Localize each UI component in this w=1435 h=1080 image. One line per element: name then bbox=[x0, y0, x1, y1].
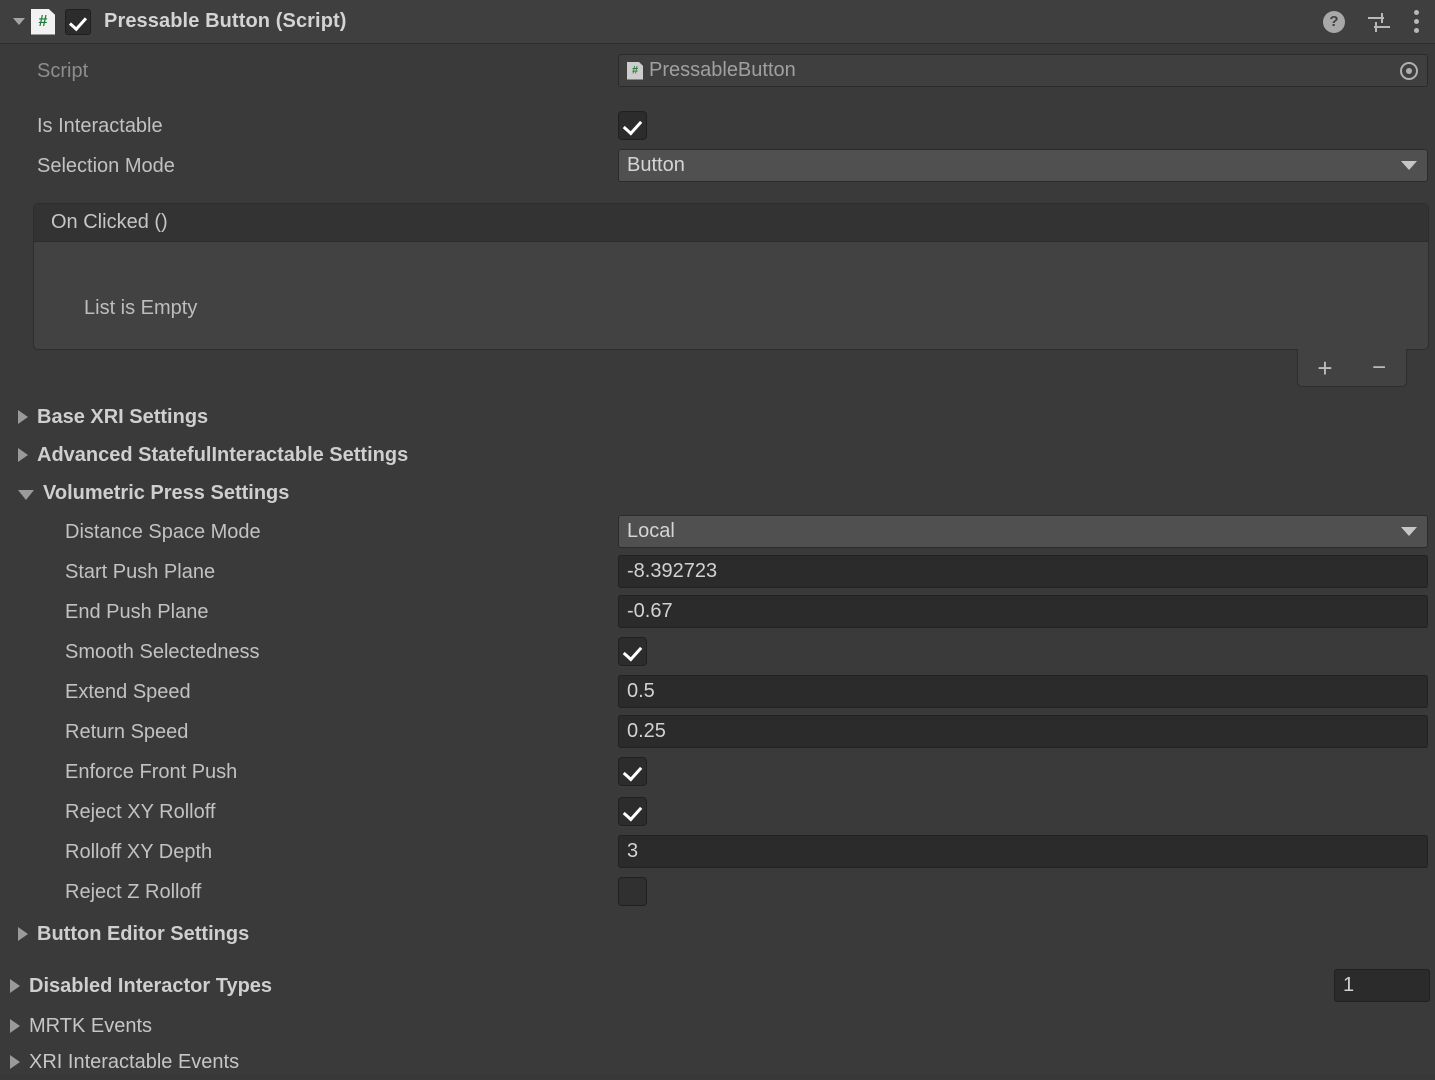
extend-speed-value: 0.5 bbox=[627, 680, 655, 702]
start-push-plane-value: -8.392723 bbox=[627, 560, 718, 582]
header-icon-group: ? bbox=[1323, 10, 1419, 34]
chevron-right-icon bbox=[18, 927, 28, 941]
section-xri-interactable-events[interactable]: XRI Interactable Events bbox=[0, 1044, 239, 1080]
start-push-plane-label: Start Push Plane bbox=[65, 560, 216, 583]
list-empty-text: List is Empty bbox=[84, 297, 198, 319]
csharp-script-icon: # bbox=[31, 8, 55, 35]
chevron-down-icon bbox=[18, 489, 34, 500]
inspector-root: # Pressable Button (Script) ? Script # P… bbox=[0, 0, 1435, 1074]
is-interactable-row: Is Interactable bbox=[0, 106, 1435, 146]
return-speed-input[interactable]: 0.25 bbox=[618, 715, 1428, 748]
smooth-selectedness-checkbox[interactable] bbox=[618, 637, 647, 666]
remove-event-button[interactable]: − bbox=[1364, 355, 1394, 380]
script-label: Script bbox=[37, 59, 89, 82]
rolloff-xy-depth-input[interactable]: 3 bbox=[618, 835, 1428, 868]
enforce-front-push-label: Enforce Front Push bbox=[65, 760, 238, 783]
script-field-value: PressableButton bbox=[649, 59, 796, 81]
section-label: Volumetric Press Settings bbox=[43, 481, 290, 504]
selection-mode-value: Button bbox=[627, 154, 685, 176]
section-volumetric-press-settings[interactable]: Volumetric Press Settings bbox=[0, 475, 289, 511]
on-clicked-event-list: On Clicked () List is Empty bbox=[33, 203, 1429, 350]
section-label: Disabled Interactor Types bbox=[29, 974, 273, 997]
distance-space-mode-dropdown[interactable]: Local bbox=[618, 515, 1428, 548]
kebab-menu-icon[interactable] bbox=[1413, 10, 1419, 34]
add-event-button[interactable]: + bbox=[1310, 355, 1340, 381]
start-push-plane-input[interactable]: -8.392723 bbox=[618, 555, 1428, 588]
on-clicked-header[interactable]: On Clicked () bbox=[34, 204, 1428, 242]
smooth-selectedness-label: Smooth Selectedness bbox=[65, 640, 260, 663]
disabled-interactor-types-size-value: 1 bbox=[1343, 974, 1355, 996]
chevron-right-icon bbox=[18, 448, 28, 462]
reject-z-rolloff-label: Reject Z Rolloff bbox=[65, 880, 202, 903]
component-header[interactable]: # Pressable Button (Script) ? bbox=[0, 0, 1435, 44]
enforce-front-push-checkbox[interactable] bbox=[618, 757, 647, 786]
section-button-editor-settings[interactable]: Button Editor Settings bbox=[0, 916, 249, 952]
component-foldout-arrow-icon[interactable] bbox=[12, 15, 25, 28]
script-object-field[interactable]: # PressableButton bbox=[618, 54, 1428, 87]
csharp-hash-glyph: # bbox=[38, 12, 48, 30]
distance-space-mode-value: Local bbox=[627, 520, 675, 542]
chevron-right-icon bbox=[10, 1019, 20, 1033]
section-mrtk-events[interactable]: MRTK Events bbox=[0, 1008, 152, 1044]
section-disabled-interactor-types[interactable]: Disabled Interactor Types bbox=[0, 968, 272, 1004]
extend-speed-label: Extend Speed bbox=[65, 680, 191, 703]
end-push-plane-label: End Push Plane bbox=[65, 600, 209, 623]
section-label: Base XRI Settings bbox=[37, 405, 209, 428]
section-label: XRI Interactable Events bbox=[29, 1050, 240, 1073]
component-title: Pressable Button (Script) bbox=[104, 10, 347, 32]
is-interactable-checkbox[interactable] bbox=[618, 111, 647, 140]
return-speed-label: Return Speed bbox=[65, 720, 189, 743]
section-label: Button Editor Settings bbox=[37, 922, 250, 945]
reject-z-rolloff-checkbox[interactable] bbox=[618, 877, 647, 906]
end-push-plane-input[interactable]: -0.67 bbox=[618, 595, 1428, 628]
chevron-down-icon bbox=[1401, 527, 1417, 536]
distance-space-mode-label: Distance Space Mode bbox=[65, 520, 261, 543]
return-speed-value: 0.25 bbox=[627, 720, 666, 742]
section-base-xri-settings[interactable]: Base XRI Settings bbox=[0, 399, 208, 435]
selection-mode-label: Selection Mode bbox=[37, 154, 175, 177]
enforce-front-push-row: Enforce Front Push bbox=[0, 752, 1435, 792]
reject-z-rolloff-row: Reject Z Rolloff bbox=[0, 872, 1435, 912]
section-label: MRTK Events bbox=[29, 1014, 152, 1037]
chevron-right-icon bbox=[18, 410, 28, 424]
help-icon[interactable]: ? bbox=[1323, 10, 1345, 33]
chevron-right-icon bbox=[10, 979, 20, 993]
preset-icon[interactable] bbox=[1367, 11, 1391, 33]
reject-xy-rolloff-row: Reject XY Rolloff bbox=[0, 792, 1435, 832]
extend-speed-input[interactable]: 0.5 bbox=[618, 675, 1428, 708]
selection-mode-dropdown[interactable]: Button bbox=[618, 149, 1428, 182]
event-list-footer: + − bbox=[1297, 349, 1407, 387]
chevron-right-icon bbox=[10, 1055, 20, 1069]
component-enabled-checkbox[interactable] bbox=[65, 8, 91, 35]
disabled-interactor-types-size-input[interactable]: 1 bbox=[1334, 969, 1430, 1002]
object-picker-icon[interactable] bbox=[1400, 61, 1418, 80]
smooth-selectedness-row: Smooth Selectedness bbox=[0, 632, 1435, 672]
script-field-hash-glyph: # bbox=[631, 64, 639, 76]
chevron-down-icon bbox=[1401, 161, 1417, 170]
section-label: Advanced StatefulInteractable Settings bbox=[37, 443, 409, 466]
section-advanced-statefulinteractable-settings[interactable]: Advanced StatefulInteractable Settings bbox=[0, 437, 408, 473]
rolloff-xy-depth-label: Rolloff XY Depth bbox=[65, 840, 213, 863]
script-field-icon: # bbox=[627, 61, 643, 80]
is-interactable-label: Is Interactable bbox=[37, 114, 163, 137]
on-clicked-title: On Clicked () bbox=[51, 211, 168, 233]
end-push-plane-value: -0.67 bbox=[627, 600, 673, 622]
reject-xy-rolloff-label: Reject XY Rolloff bbox=[65, 800, 216, 823]
reject-xy-rolloff-checkbox[interactable] bbox=[618, 797, 647, 826]
rolloff-xy-depth-value: 3 bbox=[627, 840, 639, 862]
